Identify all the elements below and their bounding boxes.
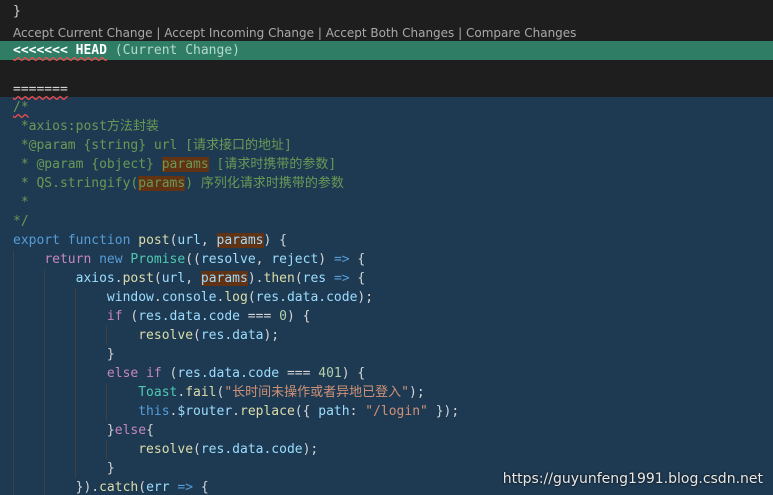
comment-text: ) 序列化请求时携带的参数 bbox=[185, 176, 344, 191]
codelens-separator: | bbox=[314, 26, 326, 40]
keyword: return bbox=[44, 252, 92, 267]
keyword: else bbox=[106, 366, 139, 381]
code-line[interactable]: } bbox=[0, 345, 773, 364]
comment-text: * bbox=[13, 195, 29, 210]
identifier: reject bbox=[271, 252, 319, 267]
code-line[interactable]: else if (res.data.code === 401) { bbox=[0, 364, 773, 383]
identifier: console bbox=[161, 290, 217, 305]
codelens-separator: | bbox=[152, 26, 165, 40]
function-name: resolve bbox=[138, 328, 194, 343]
operator: => bbox=[333, 271, 350, 286]
code-line[interactable]: *@param {string} url [请求接口的地址] bbox=[0, 136, 773, 155]
comment-text: [请求时携带的参数] bbox=[208, 157, 337, 172]
function-name: post bbox=[138, 233, 170, 248]
class-name: Toast bbox=[138, 385, 178, 400]
accept-current-change-link[interactable]: Accept Current Change bbox=[13, 26, 153, 40]
conflict-separator-line[interactable]: ======= bbox=[0, 80, 773, 99]
code-line[interactable]: */ bbox=[0, 212, 773, 231]
highlighted-params: params bbox=[161, 157, 209, 172]
function-name: fail bbox=[185, 385, 217, 400]
keyword: new bbox=[99, 252, 123, 267]
current-change-header[interactable]: <<<<<<< HEAD (Current Change) bbox=[0, 41, 773, 60]
comment-text: * @param {object} bbox=[13, 157, 162, 172]
code-line[interactable]: window.console.log(res.data.code); bbox=[0, 288, 773, 307]
keyword: this bbox=[138, 404, 170, 419]
highlighted-params: params bbox=[216, 233, 264, 248]
identifier: $router bbox=[177, 404, 233, 419]
code-line[interactable]: * bbox=[0, 193, 773, 212]
code-editor[interactable]: } Accept Current Change | Accept Incomin… bbox=[0, 0, 773, 495]
function-name: replace bbox=[240, 404, 295, 419]
closing-brace: } bbox=[13, 4, 21, 19]
string-literal: "长时间未操作或者异地已登入" bbox=[224, 385, 409, 400]
current-change-label: (Current Change) bbox=[114, 43, 240, 58]
comment-close: */ bbox=[13, 214, 29, 229]
compare-changes-link[interactable]: Compare Changes bbox=[466, 26, 576, 40]
keyword: function bbox=[67, 233, 131, 248]
operator: => bbox=[177, 480, 194, 495]
code-line[interactable]: * QS.stringify(params) 序列化请求时携带的参数 bbox=[0, 174, 773, 193]
operator: => bbox=[333, 252, 350, 267]
code-line[interactable]: resolve(res.data.code); bbox=[0, 440, 773, 459]
comment-text: * QS.stringify( bbox=[13, 176, 139, 191]
code-line[interactable]: *axios:post方法封装 bbox=[0, 117, 773, 136]
number-literal: 401 bbox=[318, 366, 342, 381]
keyword: export bbox=[13, 233, 60, 248]
code-line[interactable]: * @param {object} params [请求时携带的参数] bbox=[0, 155, 773, 174]
identifier: url bbox=[177, 233, 201, 248]
identifier: axios bbox=[75, 271, 115, 286]
identifier: res.data.code bbox=[200, 442, 303, 457]
watermark-url: https://guyunfeng1991.blog.csdn.net bbox=[502, 471, 763, 487]
identifier: url bbox=[161, 271, 186, 286]
comment-open: /* bbox=[13, 100, 29, 115]
keyword: if bbox=[146, 366, 162, 381]
identifier: res.data.code bbox=[138, 309, 240, 324]
function-name: resolve bbox=[138, 442, 194, 457]
code-line[interactable]: axios.post(url, params).then(res => { bbox=[0, 269, 773, 288]
identifier: res bbox=[302, 271, 327, 286]
code-line[interactable]: }else{ bbox=[0, 421, 773, 440]
head-conflict-marker: <<<<<<< HEAD bbox=[13, 43, 107, 58]
class-name: Promise bbox=[130, 252, 186, 267]
code-line[interactable]: Toast.fail("长时间未操作或者异地已登入"); bbox=[0, 383, 773, 402]
code-line[interactable]: this.$router.replace({ path: "/login" })… bbox=[0, 402, 773, 421]
code-line-closing-brace[interactable]: } bbox=[0, 2, 773, 21]
code-line[interactable]: if (res.data.code === 0) { bbox=[0, 307, 773, 326]
accept-incoming-change-link[interactable]: Accept Incoming Change bbox=[164, 26, 314, 40]
highlighted-params: params bbox=[138, 176, 186, 191]
function-name: log bbox=[224, 290, 248, 305]
function-name: then bbox=[263, 271, 295, 286]
code-line[interactable]: resolve(res.data); bbox=[0, 326, 773, 345]
conflict-separator-marker: ======= bbox=[13, 82, 68, 97]
comment-param-url: *@param {string} url [请求接口的地址] bbox=[13, 138, 292, 153]
identifier: err bbox=[146, 480, 170, 495]
identifier: res.data.code bbox=[255, 290, 358, 305]
number-literal: 0 bbox=[279, 309, 287, 324]
identifier: path bbox=[318, 404, 350, 419]
code-line[interactable]: return new Promise((resolve, reject) => … bbox=[0, 250, 773, 269]
keyword: else bbox=[114, 423, 147, 438]
accept-both-changes-link[interactable]: Accept Both Changes bbox=[326, 26, 455, 40]
keyword: if bbox=[106, 309, 123, 324]
identifier: window bbox=[106, 290, 154, 305]
codelens-separator: | bbox=[454, 26, 466, 40]
function-name: catch bbox=[99, 480, 139, 495]
identifier: resolve bbox=[200, 252, 256, 267]
identifier: res.data.code bbox=[177, 366, 280, 381]
comment-text: *axios:post方法封装 bbox=[13, 119, 159, 134]
code-line[interactable]: export function post(url, params) { bbox=[0, 231, 773, 250]
string-literal: "/login" bbox=[365, 404, 428, 419]
identifier: res.data bbox=[200, 328, 264, 343]
highlighted-params: params bbox=[200, 271, 248, 286]
function-name: post bbox=[122, 271, 154, 286]
code-line[interactable]: /* bbox=[0, 98, 773, 117]
